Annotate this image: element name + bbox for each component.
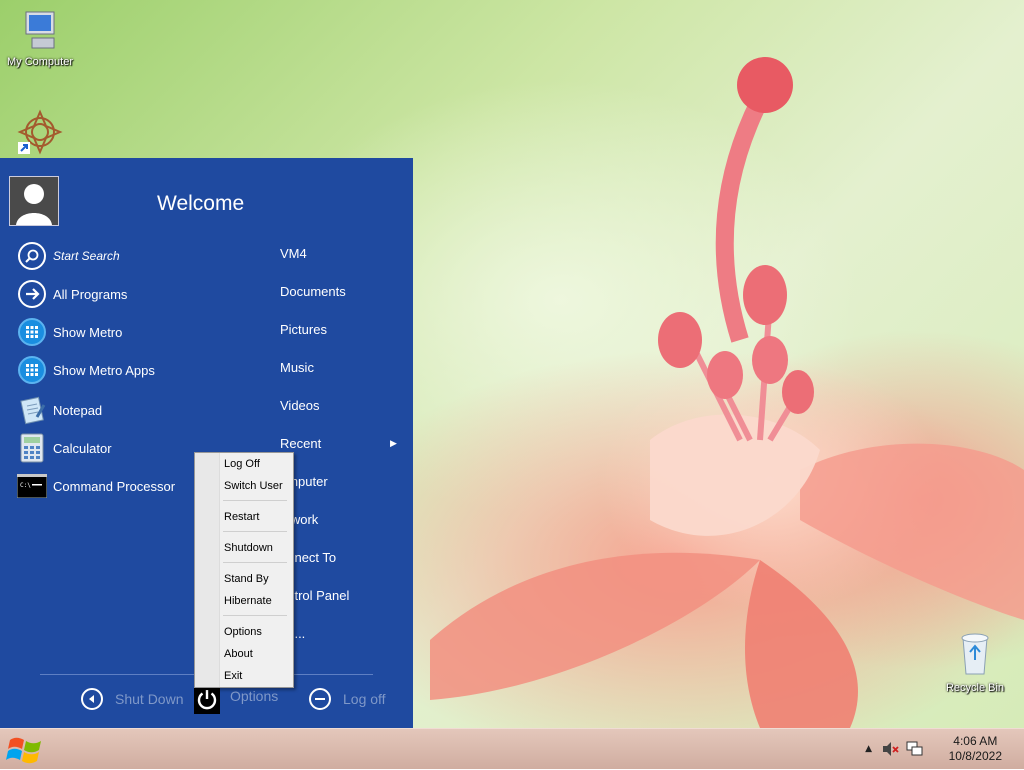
logoff-label: Log off [343, 691, 386, 707]
options-button[interactable]: Options [230, 688, 278, 704]
recycle-bin-icon [961, 633, 989, 675]
taskbar: ▲ 4:06 AM 10/8/2022 [0, 728, 1024, 769]
notepad-icon [20, 396, 46, 425]
windows-logo-icon [6, 737, 41, 764]
calculator-label: Calculator [53, 440, 112, 456]
shutdown-context-menu: Log Off Switch User Restart Shutdown Sta… [194, 452, 294, 688]
logoff-icon [309, 688, 331, 710]
power-button[interactable] [194, 684, 220, 714]
metro-grid-icon [18, 318, 46, 346]
menu-item-stand-by[interactable]: Stand By [224, 571, 269, 587]
shutdown-label: Shut Down [115, 691, 184, 707]
menu-item-switch-user[interactable]: Switch User [224, 478, 283, 494]
start-search-label: Start Search [53, 249, 120, 263]
right-item-pictures[interactable]: Pictures [280, 320, 327, 340]
menu-item-hibernate[interactable]: Hibernate [224, 593, 272, 609]
all-programs-item[interactable]: All Programs [16, 278, 127, 310]
menu-separator [223, 562, 287, 563]
calculator-item[interactable]: Calculator [16, 432, 112, 464]
metro-grid-icon [18, 356, 46, 384]
menu-item-restart[interactable]: Restart [224, 509, 259, 525]
right-item-recent[interactable]: Recent [280, 434, 321, 454]
show-hidden-icons-icon[interactable]: ▲ [865, 744, 872, 754]
user-avatar[interactable] [9, 176, 59, 226]
menu-item-exit[interactable]: Exit [224, 668, 242, 684]
menu-item-log-off[interactable]: Log Off [224, 456, 260, 472]
all-programs-label: All Programs [53, 286, 128, 302]
menu-item-options[interactable]: Options [224, 624, 262, 640]
desktop-icon-shortcut[interactable] [0, 108, 80, 160]
right-item-videos[interactable]: Videos [280, 396, 320, 416]
shutdown-button[interactable]: Shut Down [81, 688, 183, 710]
command-processor-label: Command Processor [53, 478, 176, 494]
right-item-vm4[interactable]: VM4 [280, 244, 307, 264]
logoff-button[interactable]: Log off [309, 688, 386, 710]
network-icon[interactable] [906, 741, 924, 757]
system-tray: ▲ [865, 729, 924, 769]
menu-separator [223, 615, 287, 616]
desktop-icon-recycle-bin[interactable]: Recycle Bin [935, 630, 1015, 694]
desktop-icon-label: Recycle Bin [945, 682, 1005, 694]
options-label: Options [230, 688, 279, 704]
menu-separator [223, 531, 287, 532]
arrow-left-icon [81, 688, 103, 710]
right-item-music[interactable]: Music [280, 358, 314, 378]
user-icon [16, 184, 52, 225]
clock[interactable]: 4:06 AM 10/8/2022 [949, 734, 1002, 764]
notepad-label: Notepad [53, 402, 103, 418]
show-metro-item[interactable]: Show Metro [16, 316, 122, 348]
menu-gutter [195, 453, 220, 687]
volume-muted-icon[interactable] [882, 741, 900, 757]
power-icon [197, 690, 217, 710]
menu-item-about[interactable]: About [224, 646, 253, 662]
desktop-icon-label: My Computer [6, 56, 74, 68]
svg-text:C:\: C:\ [20, 482, 31, 489]
command-processor-item[interactable]: C:\ Command Processor [16, 470, 175, 502]
start-search-item[interactable]: Start Search [16, 240, 120, 272]
start-button[interactable] [4, 732, 46, 766]
welcome-title: Welcome [157, 192, 245, 215]
notepad-item[interactable]: Notepad [16, 394, 102, 426]
menu-separator [223, 500, 287, 501]
command-prompt-icon: C:\ [17, 474, 47, 498]
submenu-arrow-icon: ▶ [390, 438, 397, 448]
show-metro-label: Show Metro [53, 324, 123, 340]
show-metro-apps-label: Show Metro Apps [53, 362, 155, 378]
desktop-icon-my-computer[interactable]: My Computer [0, 8, 80, 68]
calculator-icon [20, 433, 44, 463]
arrow-right-icon [18, 280, 46, 308]
clock-date: 10/8/2022 [948, 749, 1002, 763]
right-item-documents[interactable]: Documents [280, 282, 346, 302]
show-metro-apps-item[interactable]: Show Metro Apps [16, 354, 155, 386]
mandala-shortcut-icon [17, 109, 63, 155]
menu-item-shutdown[interactable]: Shutdown [224, 540, 273, 556]
search-icon [18, 242, 46, 270]
clock-time: 4:06 AM [953, 734, 998, 748]
my-computer-icon [25, 11, 55, 49]
